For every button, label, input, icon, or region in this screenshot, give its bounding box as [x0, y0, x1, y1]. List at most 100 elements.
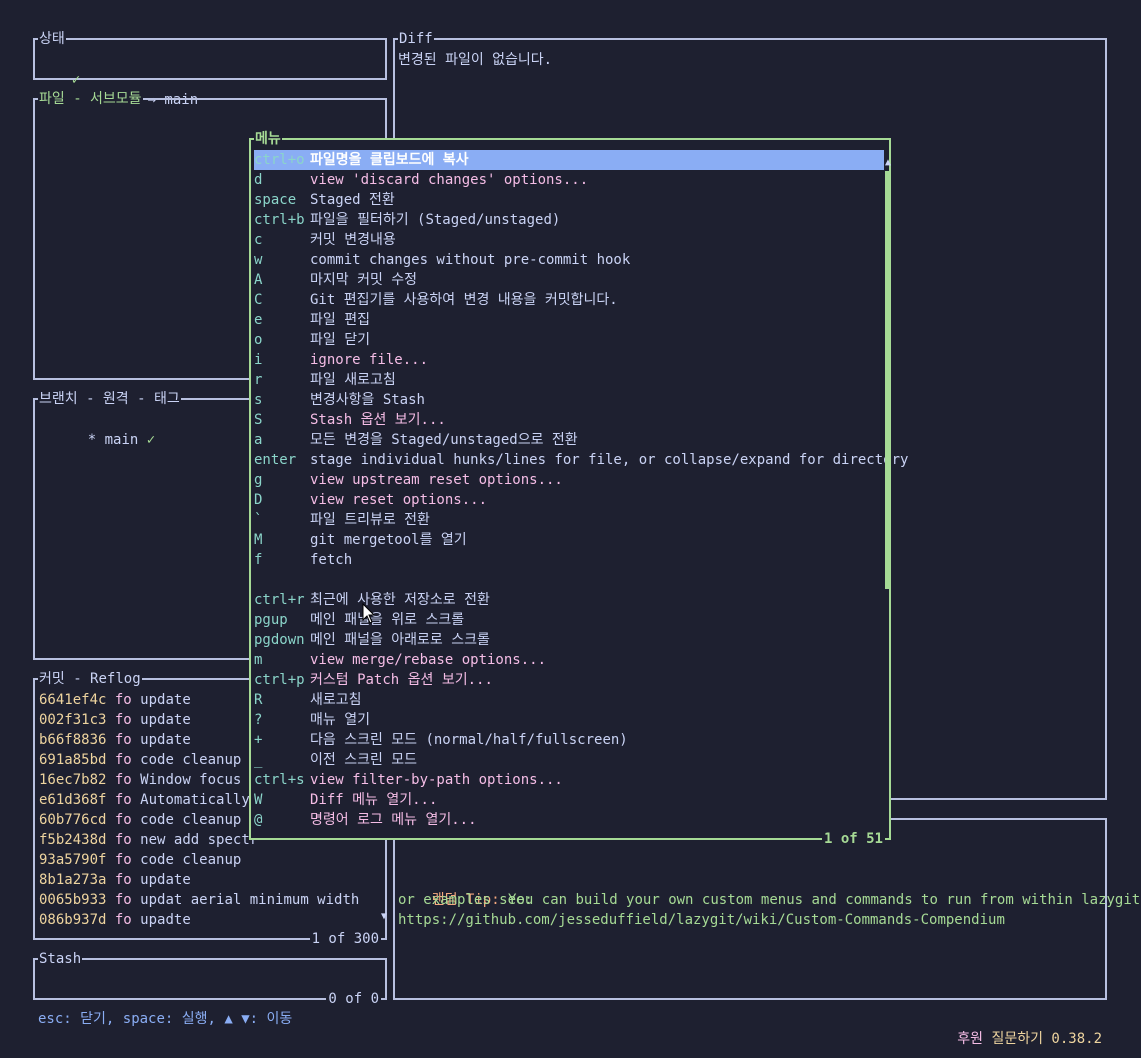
menu-item[interactable]: ctrl+s view filter-by-path options... [254, 770, 884, 790]
commit-message: Automatically [140, 792, 250, 808]
menu-item[interactable]: Mgit mergetool를 열기 [254, 530, 884, 550]
menu-item-key: ctrl+b [254, 212, 305, 228]
menu-item[interactable]: @ 명령어 로그 메뉴 열기... [254, 810, 884, 830]
menu-item-key: r [254, 372, 263, 388]
menu-item[interactable]: m view merge/rebase options... [254, 650, 884, 670]
menu-item-key: o [254, 332, 263, 348]
menu-item[interactable]: s 변경사항을 Stash [254, 390, 884, 410]
menu-item-label: fetch [310, 552, 353, 568]
menu-scrollbar-thumb[interactable] [885, 171, 891, 589]
status-panel[interactable]: 상태 ✓ dotfiles → main [33, 29, 387, 108]
menu-item-label: stage individual hunks/lines for file, o… [310, 452, 909, 468]
menu-item[interactable]: C Git 편집기를 사용하여 변경 내용을 커밋합니다. [254, 290, 884, 310]
status-check-icon: ✓ [71, 72, 81, 88]
menu-item[interactable]: d view 'discard changes' options... [254, 170, 884, 190]
menu-item-key: pgdown [254, 632, 305, 648]
menu-item[interactable]: S Stash 옵션 보기... [254, 410, 884, 430]
menu-item[interactable]: enter stage individual hunks/lines for fi… [254, 450, 908, 470]
menu-item-label: 다음 스크린 모드 (normal/half/fullscreen) [310, 732, 628, 748]
commit-author: fo [114, 832, 132, 848]
commit-hash: 086b937d [39, 912, 107, 928]
diff-panel-title: Diff [398, 29, 434, 49]
commit-row[interactable]: f5b2438d fo new add spectr [39, 830, 258, 850]
keys-hint: esc: 닫기, space: 실행, ▲ ▼: 이동 [38, 1011, 293, 1027]
menu-item-key: ctrl+p [254, 672, 305, 688]
menu-item[interactable]: o 파일 닫기 [254, 330, 884, 350]
menu-item[interactable]: ? 매뉴 열기 [254, 710, 884, 730]
commit-author: fo [114, 772, 132, 788]
menu-item[interactable]: ` 파일 트리뷰로 전환 [254, 510, 884, 530]
menu-item[interactable]: ctrl+o 파일명을 클립보드에 복사 [254, 150, 884, 170]
commit-row[interactable]: 6641ef4c fo update [39, 690, 191, 710]
menu-item[interactable]: e 파일 편집 [254, 310, 884, 330]
commit-author: fo [114, 872, 132, 888]
menu-item[interactable]: f fetch [254, 550, 884, 570]
menu-item[interactable]: W Diff 메뉴 열기... [254, 790, 884, 810]
commit-row[interactable]: 93a5790f fo code cleanup [39, 850, 241, 870]
ask-question-link[interactable]: 질문하기 [991, 1031, 1043, 1047]
menu-item-label: view 'discard changes' options... [310, 172, 589, 188]
stash-panel-footer: 0 of 0 [326, 989, 381, 1009]
menu-item[interactable]: _ 이전 스크린 모드 [254, 750, 884, 770]
files-panel-title: 파일 - 서브모듈 [38, 89, 143, 109]
commit-row[interactable]: 0065b933 fo updat aerial minimum width [39, 890, 359, 910]
scroll-down-icon[interactable]: ▼ [381, 912, 387, 922]
menu-item[interactable]: A 마지막 커밋 수정 [254, 270, 884, 290]
commit-row[interactable]: 086b937d fo upadte [39, 910, 191, 930]
menu-item-label: 마지막 커밋 수정 [310, 272, 418, 288]
branch-item-main[interactable]: * main ✓ [54, 410, 155, 448]
commit-message: code cleanup [140, 852, 242, 868]
menu-item[interactable]: pgdown 메인 패널을 아래로로 스크롤 [254, 630, 884, 650]
version-label: 0.38.2 [1051, 1031, 1102, 1047]
commit-hash: 60b776cd [39, 812, 107, 828]
commit-row[interactable]: b66f8836 fo update [39, 730, 191, 750]
commit-author: fo [114, 852, 132, 868]
commit-message: updat aerial minimum width [140, 892, 360, 908]
menu-item-key: C [254, 292, 263, 308]
commit-message: update [140, 692, 191, 708]
menu-item[interactable]: pgup 메인 패널을 위로 스크롤 [254, 610, 884, 630]
commit-author: fo [114, 732, 132, 748]
menu-title: 메뉴 [254, 129, 282, 149]
tip-link[interactable]: https://github.com/jesseduffield/lazygit… [398, 910, 1005, 930]
commit-row[interactable]: 16ec7b82 fo Window focus m [39, 770, 258, 790]
menu-item[interactable]: c 커밋 변경내용 [254, 230, 884, 250]
branch-check-icon: ✓ [146, 432, 156, 448]
menu-item[interactable] [254, 570, 884, 590]
stash-panel[interactable]: Stash 0 of 0 [33, 949, 387, 1009]
commit-row[interactable]: 002f31c3 fo update [39, 710, 191, 730]
menu-item[interactable]: + 다음 스크린 모드 (normal/half/fullscreen) [254, 730, 884, 750]
menu-item[interactable]: r 파일 새로고침 [254, 370, 884, 390]
mouse-cursor-icon [362, 603, 376, 624]
menu-item[interactable]: R 새로고침 [254, 690, 884, 710]
menu-item[interactable]: space Staged 전환 [254, 190, 884, 210]
commit-row[interactable]: e61d368f fo Automatically [39, 790, 250, 810]
menu-footer: 1 of 51 [821, 829, 885, 849]
menu-item-key: i [254, 352, 263, 368]
menu-item-label: view filter-by-path options... [310, 772, 563, 788]
commit-message: update [140, 872, 191, 888]
menu-item[interactable]: ctrl+b 파일을 필터하기 (Staged/unstaged) [254, 210, 884, 230]
commit-row[interactable]: 691a85bd fo code cleanup [39, 750, 241, 770]
tip-text-continued: or examples see: [398, 892, 533, 908]
menu-item[interactable]: ctrl+r 최근에 사용한 저장소로 전환 [254, 590, 884, 610]
menu-item-label: 최근에 사용한 저장소로 전환 [310, 592, 490, 608]
menu-item[interactable]: a 모든 변경을 Staged/unstaged으로 전환 [254, 430, 884, 450]
menu-item-key: f [254, 552, 263, 568]
menu-item-key: ctrl+s [254, 772, 305, 788]
commit-author: fo [114, 792, 132, 808]
commit-row[interactable]: 8b1a273a fo update [39, 870, 191, 890]
scroll-up-icon[interactable]: ▲ [885, 158, 891, 168]
menu-item[interactable]: Dview reset options... [254, 490, 884, 510]
menu-item-label: 메인 패널을 위로 스크롤 [310, 612, 465, 628]
commit-message: code cleanup [140, 752, 242, 768]
keybindings-menu[interactable]: 메뉴 ctrl+o 파일명을 클립보드에 복사 d view 'discard cha… [249, 129, 908, 849]
menu-item[interactable]: i ignore file... [254, 350, 884, 370]
command-log-panel[interactable]: ▼ 랜덤 Tip: You can build your own custom … [387, 818, 1141, 1000]
commit-row[interactable]: 60b776cd fo code cleanup [39, 810, 241, 830]
menu-item[interactable]: g view upstream reset options... [254, 470, 884, 490]
commit-hash: e61d368f [39, 792, 107, 808]
donate-link[interactable]: 후원 [957, 1031, 983, 1047]
menu-item[interactable]: w commit changes without pre-commit hook [254, 250, 884, 270]
menu-item[interactable]: ctrl+p 커스텀 Patch 옵션 보기... [254, 670, 884, 690]
